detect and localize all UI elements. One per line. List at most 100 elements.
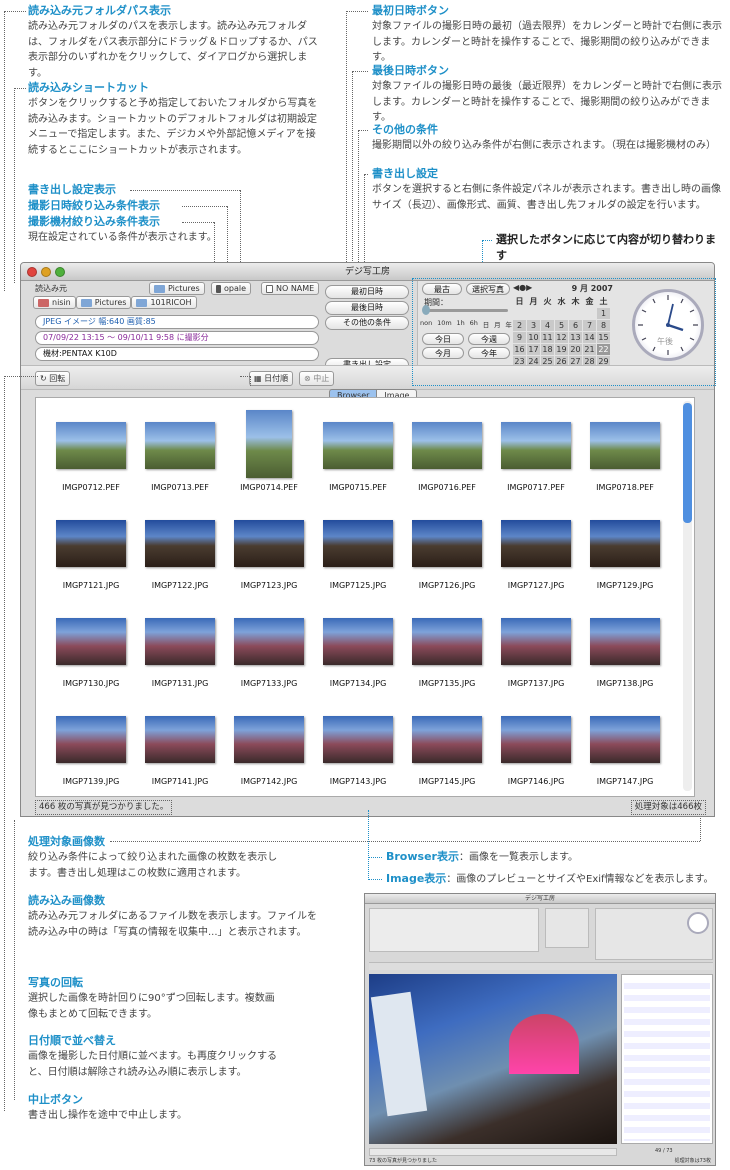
image-mode-screenshot: デジ写工房 73 枚の写真が見つかりました 49 / 73 処理対象は73枚 (364, 893, 716, 1166)
minimize-icon[interactable] (41, 267, 51, 277)
annotation-heading: 写真の回転 (28, 976, 83, 989)
rotate-icon: ↻ (40, 374, 50, 383)
annotation-heading: 撮影日時絞り込み条件表示 (28, 199, 160, 212)
leader-line (182, 206, 227, 207)
thumbnail-item[interactable]: IMGP7143.JPG (313, 704, 403, 786)
close-icon[interactable] (27, 267, 37, 277)
annotation-heading: 処理対象画像数 (28, 835, 105, 848)
thumbnail-item[interactable]: IMGP7139.JPG (46, 704, 136, 786)
scroll-thumb[interactable] (683, 403, 692, 523)
thumbnail-item[interactable]: IMGP7131.JPG (135, 606, 225, 688)
thumbnail-filename: IMGP7122.JPG (151, 581, 209, 590)
shortcut-no-name[interactable]: NO NAME (261, 282, 320, 295)
thumbnail-filename: IMGP7135.JPG (418, 679, 476, 688)
thumbnail-item[interactable]: IMGP7133.JPG (224, 606, 314, 688)
thumbnail-item[interactable]: IMGP7147.JPG (580, 704, 670, 786)
leader-line (4, 376, 38, 377)
other-conditions-button[interactable]: その他の条件 (325, 316, 409, 330)
grid-icon: ▦ (254, 374, 265, 383)
leader-line (4, 11, 5, 291)
thumbnail-item[interactable]: IMGP7135.JPG (402, 606, 492, 688)
thumbnail-item[interactable]: IMGP7137.JPG (491, 606, 581, 688)
thumbnail-item[interactable]: IMGP0715.PEF (313, 410, 403, 492)
leader-line (700, 818, 701, 841)
thumbnail-item[interactable]: IMGP7141.JPG (135, 704, 225, 786)
sort-label: 日付順 (264, 374, 289, 383)
leader-line (182, 222, 214, 223)
thumbnail-filename: IMGP7134.JPG (329, 679, 387, 688)
mini-path-bar (369, 1148, 617, 1156)
thumbnail-filename: IMGP7138.JPG (596, 679, 654, 688)
annotation-text: 選択した画像を時計回りに90°ずつ回転します。複数画像もまとめて回転できます。 (28, 993, 275, 1020)
thumbnail-item[interactable]: IMGP0712.PEF (46, 410, 136, 492)
annotation-heading: 読み込みショートカット (28, 81, 149, 94)
thumbnail-item[interactable]: IMGP0714.PEF (224, 410, 314, 492)
thumbnail-item[interactable]: IMGP0713.PEF (135, 410, 225, 492)
annotation-heading: 読み込み画像数 (28, 894, 105, 907)
thumbnail-item[interactable]: IMGP7146.JPG (491, 704, 581, 786)
shortcut-opale[interactable]: opale (211, 282, 252, 295)
first-date-button[interactable]: 最初日時 (325, 285, 409, 299)
shortcut-pictures[interactable]: Pictures (149, 282, 205, 295)
annotation-rotate: 写真の回転 選択した画像を時計回りに90°ずつ回転します。複数画像もまとめて回転… (28, 975, 278, 1022)
mini-target: 処理対象は73枚 (674, 1158, 711, 1164)
annotation-target-count: 処理対象画像数 絞り込み条件によって絞り込まれた画像の枚数を表示します。書き出し… (28, 834, 278, 881)
annotation-text: 書き出し操作を途中で中止します。 (28, 1110, 187, 1121)
thumbnail-item[interactable]: IMGP7138.JPG (580, 606, 670, 688)
thumbnail-filename: IMGP7141.JPG (151, 777, 209, 786)
thumbnail-item[interactable]: IMGP7123.JPG (224, 508, 314, 590)
path-segment[interactable]: Pictures (75, 296, 132, 309)
leader-line (482, 240, 492, 241)
browser-grid[interactable]: IMGP0712.PEF IMGP0713.PEF IMGP0714.PEF IMGP… (35, 397, 695, 797)
thumbnail-filename: IMGP7123.JPG (240, 581, 298, 590)
annotation-read-shortcut: 読み込みショートカット ボタンをクリックすると予め指定しておいたフォルダから写真… (28, 80, 323, 158)
thumbnail-image (145, 422, 215, 469)
annotation-heading: 選択したボタンに応じて内容が切り替わります (496, 233, 716, 262)
annotation-heading: 撮影機材絞り込み条件表示 (28, 215, 160, 228)
annotation-heading: その他の条件 (372, 123, 438, 136)
zoom-icon[interactable] (55, 267, 65, 277)
sort-date-button[interactable]: ▦ 日付順 (249, 371, 294, 386)
annotation-text: ボタンを選択すると右側に条件設定パネルが表示されます。書き出し時の画像サイズ（長… (372, 184, 721, 211)
thumbnail-image (145, 520, 215, 567)
annotation-read-count: 読み込み画像数 読み込み元フォルダにあるファイル数を表示します。ファイルを読み込… (28, 893, 323, 940)
thumbnail-image (234, 520, 304, 567)
thumbnail-image (56, 618, 126, 665)
thumbnail-image (56, 716, 126, 763)
annotation-text: 対象ファイルの撮影日時の最後（最近限界）をカレンダーと時計で右側に表示します。カ… (372, 81, 722, 123)
thumbnail-filename: IMGP7146.JPG (507, 777, 565, 786)
thumbnail-image (412, 716, 482, 763)
thumbnail-item[interactable]: IMGP7122.JPG (135, 508, 225, 590)
path-bar[interactable]: nisin Pictures 101RICOH (33, 296, 197, 309)
thumbnail-item[interactable]: IMGP7145.JPG (402, 704, 492, 786)
thumbnail-item[interactable]: IMGP0717.PEF (491, 410, 581, 492)
thumbnail-item[interactable]: IMGP7129.JPG (580, 508, 670, 590)
thumbnail-filename: IMGP7133.JPG (240, 679, 298, 688)
thumbnail-image (234, 716, 304, 763)
leader-line (346, 11, 368, 12)
path-segment[interactable]: 101RICOH (131, 296, 197, 309)
thumbnail-item[interactable]: IMGP7134.JPG (313, 606, 403, 688)
thumbnail-item[interactable]: IMGP7126.JPG (402, 508, 492, 590)
scrollbar[interactable] (683, 401, 692, 791)
last-date-button[interactable]: 最後日時 (325, 301, 409, 315)
thumbnail-item[interactable]: IMGP7142.JPG (224, 704, 314, 786)
rotate-button[interactable]: ↻ 回転 (35, 371, 71, 386)
thumbnail-item[interactable]: IMGP7125.JPG (313, 508, 403, 590)
annotation-first-date: 最初日時ボタン 対象ファイルの撮影日時の最初（過去限界）をカレンダーと時計で右側… (372, 3, 722, 66)
annotation-heading: 最後日時ボタン (372, 64, 449, 77)
thumbnail-item[interactable]: IMGP7130.JPG (46, 606, 136, 688)
stop-button[interactable]: ⊗ 中止 (299, 371, 335, 386)
annotation-text: 読み込み元フォルダのパスを表示します。読み込み元フォルダは、フォルダをパス表示部… (28, 21, 318, 79)
read-label: 読込み元 (35, 284, 67, 293)
thumbnail-filename: IMGP0713.PEF (151, 483, 209, 492)
path-segment[interactable]: nisin (33, 296, 76, 309)
thumbnail-item[interactable]: IMGP7127.JPG (491, 508, 581, 590)
annotation-text: 現在設定されている条件が表示されます。 (28, 232, 217, 243)
thumbnail-item[interactable]: IMGP0718.PEF (580, 410, 670, 492)
thumbnail-item[interactable]: IMGP0716.PEF (402, 410, 492, 492)
annotation-text: 撮影期間以外の絞り込み条件が右側に表示されます。（現在は撮影機材のみ） (372, 140, 716, 151)
thumbnail-item[interactable]: IMGP7121.JPG (46, 508, 136, 590)
annotation-heading: 書き出し設定 (372, 167, 438, 180)
thumbnail-filename: IMGP7121.JPG (62, 581, 120, 590)
